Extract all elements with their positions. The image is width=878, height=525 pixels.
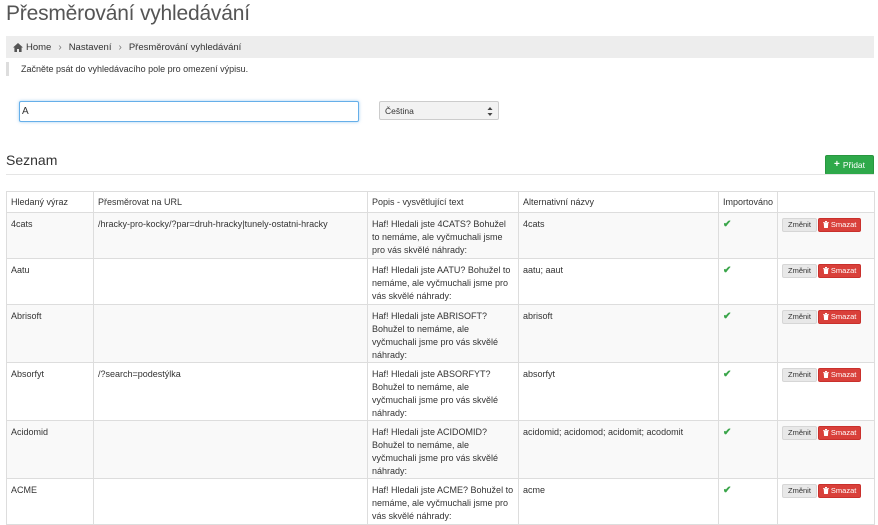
trash-icon (822, 487, 829, 494)
add-button-label: Přidat (842, 160, 866, 170)
cell-description: Haf! Hledali jste ACIDOMID? Bohužel to n… (367, 420, 519, 479)
table-row: 4cats/hracky-pro-kocky/?par=druh-hracky|… (6, 212, 875, 259)
home-icon (13, 42, 23, 52)
trash-icon (822, 221, 829, 228)
delete-button[interactable]: Smazat (817, 484, 862, 498)
cell-description: Haf! Hledali jste ACME? Bohužel to nemám… (367, 478, 519, 525)
cell-term: Absorfyt (6, 362, 94, 421)
cell-url (93, 420, 368, 479)
table-header-row: Hledaný výraz Přesměrovat na URL Popis -… (6, 191, 875, 213)
edit-button[interactable]: Změnit (782, 426, 817, 440)
delete-button-label: Smazat (830, 220, 857, 229)
cell-term: ACME (6, 478, 94, 525)
delete-button-label: Smazat (830, 312, 857, 321)
breadcrumb-separator: › (118, 41, 122, 53)
delete-button-label: Smazat (830, 370, 857, 379)
cell-alternative-names: aatu; aaut (518, 258, 719, 305)
delete-button[interactable]: Smazat (817, 310, 862, 324)
delete-button[interactable]: Smazat (817, 218, 862, 232)
language-select[interactable]: Čeština (379, 101, 499, 120)
table-row: Absorfyt/?search=podestýlka Haf! Hledali … (6, 362, 875, 421)
cell-alternative-names: acidomid; acidomod; acidomit; acodomit (518, 420, 719, 479)
trash-icon (822, 313, 829, 320)
cell-url (93, 258, 368, 305)
edit-button[interactable]: Změnit (782, 484, 817, 498)
delete-button[interactable]: Smazat (817, 264, 862, 278)
cell-term: Acidomid (6, 420, 94, 479)
check-icon: ✔ (723, 219, 732, 230)
cell-url: /?search=podestýlka (93, 362, 368, 421)
cell-alternative-names: 4cats (518, 212, 719, 259)
breadcrumb-current: Přesměrování vyhledávání (128, 41, 242, 53)
table-row: Acidomid Haf! Hledali jste ACIDOMID? Bohu… (6, 420, 875, 479)
cell-actions: Změnit Smazat (777, 212, 875, 259)
search-input[interactable] (19, 101, 359, 122)
cell-term: Aatu (6, 258, 94, 305)
column-header: Hledaný výraz (6, 191, 94, 213)
page-title: Přesměrování vyhledávání (6, 2, 250, 25)
trash-icon (822, 429, 829, 436)
delete-button[interactable]: Smazat (817, 426, 862, 440)
delete-button-label: Smazat (830, 266, 857, 275)
cell-imported: ✔ (718, 304, 778, 363)
select-arrows-icon (487, 107, 493, 116)
column-header: Alternativní názvy (518, 191, 719, 213)
column-header: Přesměrovat na URL (93, 191, 368, 213)
check-icon: ✔ (723, 311, 732, 322)
divider (6, 174, 874, 175)
table-row: ACME Haf! Hledali jste ACME? Bohužel to n… (6, 478, 875, 525)
cell-description: Haf! Hledali jste ABRISOFT? Bohužel to n… (367, 304, 519, 363)
cell-imported: ✔ (718, 212, 778, 259)
plus-icon: + (833, 159, 840, 170)
cell-term: 4cats (6, 212, 94, 259)
cell-alternative-names: acme (518, 478, 719, 525)
edit-button[interactable]: Změnit (782, 368, 817, 382)
cell-alternative-names: abrisoft (518, 304, 719, 363)
breadcrumb-home-label: Home (26, 41, 52, 53)
breadcrumb: Home › Nastavení › Přesměrování vyhledáv… (6, 36, 874, 58)
cell-imported: ✔ (718, 258, 778, 305)
breadcrumb-home[interactable]: Home (6, 42, 51, 53)
redirects-table: Hledaný výraz Přesměrovat na URL Popis -… (6, 191, 875, 525)
table-row: Aatu Haf! Hledali jste AATU? Bohužel to n… (6, 258, 875, 305)
table-row: Abrisoft Haf! Hledali jste ABRISOFT? Bohu… (6, 304, 875, 363)
cell-term: Abrisoft (6, 304, 94, 363)
column-header (777, 191, 875, 213)
cell-description: Haf! Hledali jste 4CATS? Bohužel to nemá… (367, 212, 519, 259)
check-icon: ✔ (723, 427, 732, 438)
delete-button-label: Smazat (830, 486, 857, 495)
delete-button[interactable]: Smazat (817, 368, 862, 382)
column-header: Importováno (718, 191, 778, 213)
cell-url (93, 478, 368, 525)
column-header: Popis - vysvětlující text (367, 191, 519, 213)
edit-button[interactable]: Změnit (782, 218, 817, 232)
cell-url: /hracky-pro-kocky/?par=druh-hracky|tunel… (93, 212, 368, 259)
info-message: Začněte psát do vyhledávacího pole pro o… (6, 62, 248, 76)
breadcrumb-separator: › (58, 41, 62, 53)
delete-button-label: Smazat (830, 428, 857, 437)
cell-actions: Změnit Smazat (777, 362, 875, 421)
cell-description: Haf! Hledali jste ABSORFYT? Bohužel to n… (367, 362, 519, 421)
cell-actions: Změnit Smazat (777, 420, 875, 479)
language-select-value: Čeština (385, 105, 414, 116)
cell-alternative-names: absorfyt (518, 362, 719, 421)
check-icon: ✔ (723, 369, 732, 380)
check-icon: ✔ (723, 485, 732, 496)
cell-imported: ✔ (718, 420, 778, 479)
check-icon: ✔ (723, 265, 732, 276)
cell-imported: ✔ (718, 478, 778, 525)
cell-actions: Změnit Smazat (777, 258, 875, 305)
cell-imported: ✔ (718, 362, 778, 421)
cell-description: Haf! Hledali jste AATU? Bohužel to nemám… (367, 258, 519, 305)
trash-icon (822, 267, 829, 274)
edit-button[interactable]: Změnit (782, 310, 817, 324)
cell-url (93, 304, 368, 363)
section-title: Seznam (6, 152, 58, 168)
edit-button[interactable]: Změnit (782, 264, 817, 278)
add-button[interactable]: + Přidat (825, 155, 874, 175)
cell-actions: Změnit Smazat (777, 478, 875, 525)
cell-actions: Změnit Smazat (777, 304, 875, 363)
trash-icon (822, 371, 829, 378)
breadcrumb-settings[interactable]: Nastavení (69, 42, 112, 53)
